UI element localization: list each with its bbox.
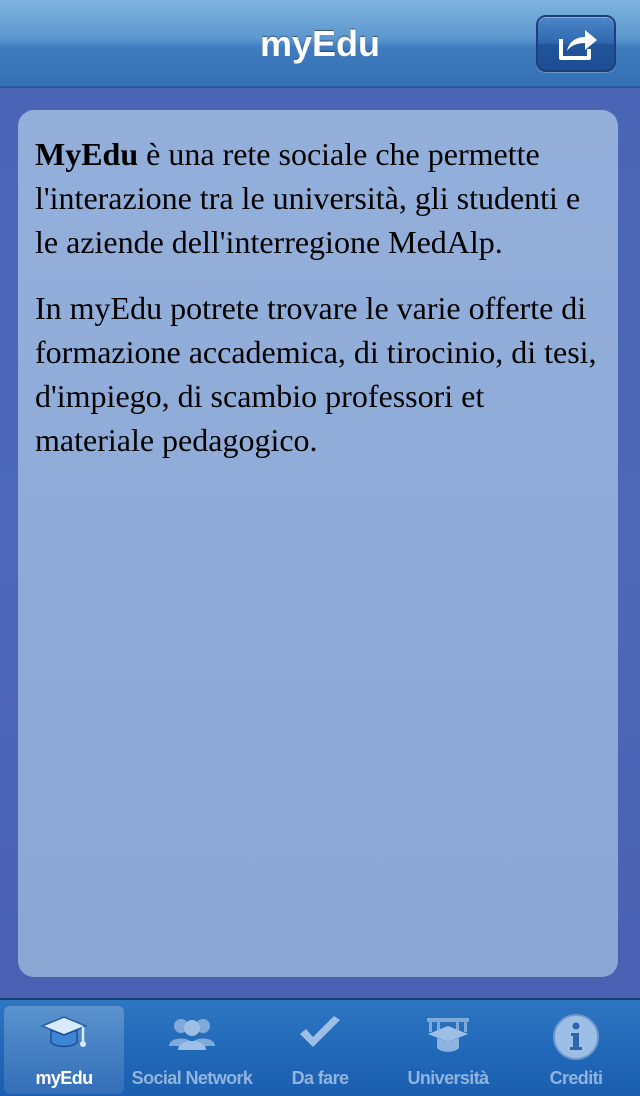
tab-da-fare[interactable]: Da fare	[260, 1006, 380, 1094]
tab-bar: myEdu Social Network Da fare Università …	[0, 998, 640, 1096]
university-icon	[427, 1018, 469, 1052]
tab-label: myEdu	[35, 1068, 93, 1088]
description-card: MyEdu è una rete sociale che permette l'…	[18, 110, 618, 977]
graduation-cap-icon	[40, 1016, 88, 1048]
navigation-bar: myEdu	[0, 0, 640, 88]
share-button[interactable]	[536, 15, 616, 72]
checkmark-icon	[300, 1016, 340, 1047]
tab-social-network[interactable]: Social Network	[132, 1006, 253, 1094]
tab-crediti[interactable]: Crediti	[516, 1006, 636, 1094]
description-paragraph-1: MyEdu è una rete sociale che permette l'…	[35, 132, 602, 264]
tab-label: Crediti	[549, 1068, 603, 1088]
tab-label: Da fare	[291, 1068, 349, 1088]
tab-myedu[interactable]: myEdu	[4, 1006, 124, 1094]
share-icon	[559, 30, 597, 60]
description-paragraph-2: In myEdu potrete trovare le varie offert…	[35, 290, 597, 458]
tab-universita[interactable]: Università	[388, 1006, 508, 1094]
content-area: MyEdu è una rete sociale che permette l'…	[0, 88, 640, 998]
tab-label: Università	[407, 1068, 489, 1088]
people-icon	[169, 1019, 215, 1050]
brand-name: MyEdu	[35, 136, 139, 172]
info-icon	[553, 1014, 599, 1060]
tab-label: Social Network	[131, 1068, 253, 1088]
